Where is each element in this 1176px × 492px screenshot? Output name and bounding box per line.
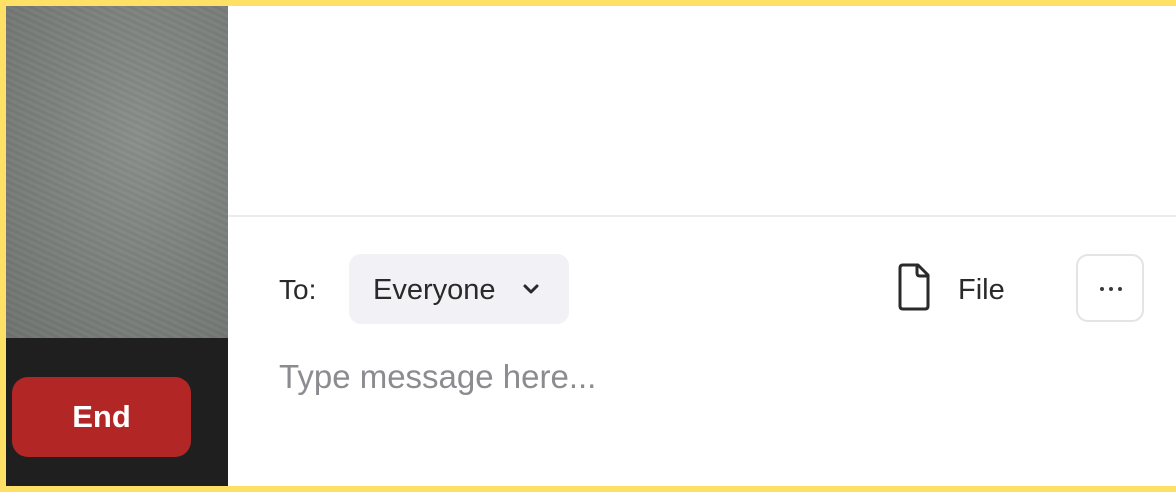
file-button[interactable]: File — [888, 262, 1023, 318]
file-icon — [898, 263, 930, 311]
chat-divider — [228, 215, 1176, 217]
recipient-dropdown[interactable]: Everyone — [349, 254, 569, 324]
end-button[interactable]: End — [12, 377, 191, 457]
file-label: File — [958, 274, 1005, 306]
more-options-button[interactable] — [1076, 254, 1144, 322]
recipient-row: To: Everyone File — [228, 252, 1176, 324]
message-input[interactable] — [279, 352, 1149, 402]
recipient-label: Everyone — [373, 274, 496, 306]
more-options-icon — [1100, 287, 1122, 291]
window-frame: End To: Everyone File — [0, 0, 1176, 492]
to-label: To: — [279, 274, 317, 305]
video-feed — [6, 6, 228, 338]
chevron-down-icon — [523, 284, 539, 294]
chat-panel: To: Everyone File — [228, 6, 1176, 486]
video-panel: End — [6, 6, 228, 486]
